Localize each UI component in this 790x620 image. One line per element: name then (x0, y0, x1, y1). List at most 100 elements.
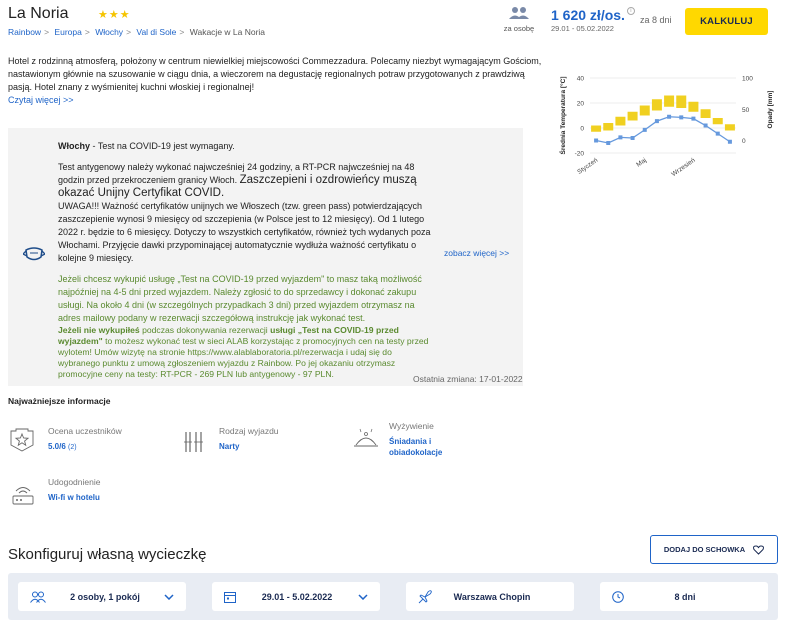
y-tick-label: 40 (577, 76, 585, 83)
people-icon (30, 591, 46, 603)
temp-range-bar (688, 101, 699, 112)
precipitation-point (630, 136, 635, 140)
star-rating: ★★★ (98, 9, 131, 21)
precipitation-point (715, 131, 720, 136)
y2-tick-label: 50 (742, 107, 750, 114)
dates-selector[interactable]: 29.01 - 5.02.2022 (212, 582, 380, 611)
duration-value: 8 dni (674, 591, 696, 602)
last-change-date: Ostatnia zmiana: 17-01-2022 (413, 374, 523, 384)
climate-chart: -20 0 20 40 0 50 100 Średnia Temperatura [°C] Op… (558, 76, 774, 179)
price-dates: 29.01 - 05.02.2022 (551, 24, 614, 33)
temp-range-bar (603, 123, 614, 131)
face-mask-icon (23, 247, 45, 261)
trip-type-value[interactable]: Narty (219, 441, 279, 452)
info-trip-type: Rodzaj wyjazdu Narty (219, 426, 279, 452)
precipitation-point (703, 123, 708, 128)
precipitation-point (594, 138, 599, 143)
covid-test-paragraph: Test antygenowy należy wykonać najwcześn… (58, 162, 417, 199)
per-person: za osobę (499, 6, 539, 33)
temp-range-bar (591, 125, 602, 132)
covid-test-purchase-paragraph: Jeżeli chcesz wykupić usługę „Test na CO… (58, 274, 422, 323)
temp-range-bar (651, 99, 662, 111)
plane-icon (418, 589, 432, 603)
breadcrumb: Rainbow > Europa > Włochy > Val di Sole > Wa… (8, 27, 266, 37)
temp-range-bar (615, 116, 626, 126)
breadcrumb-val-di-sole[interactable]: Val di Sole (136, 27, 176, 37)
covid-country: Włochy (58, 141, 91, 151)
configure-title: Skonfiguruj własną wycieczkę (8, 546, 207, 563)
x-tick-label: Wrzesień (670, 157, 696, 178)
duration-selector[interactable]: 8 dni (600, 582, 768, 611)
x-tick-label: Maj (635, 157, 648, 169)
chevron-down-icon (164, 593, 174, 600)
add-to-favorites-label: DODAJ DO SCHOWKA (663, 545, 746, 554)
hotel-description: Hotel z rodzinną atmosferą, położony w c… (8, 56, 542, 92)
rating-label: Ocena uczestników (48, 426, 122, 436)
per-person-label: za osobę (503, 24, 535, 33)
read-more-link[interactable]: Czytaj więcej >> (8, 95, 74, 105)
precipitation-point (667, 114, 672, 119)
chevron-down-icon (358, 593, 368, 600)
guests-selector[interactable]: 2 osoby, 1 pokój (18, 582, 186, 611)
food-value[interactable]: Śniadania i obiadokolacje (389, 436, 449, 458)
covid-content: Włochy - Test na COVID-19 jest wymagany.… (58, 140, 433, 380)
facility-label: Udogodnienie (48, 477, 101, 487)
precipitation-point (606, 141, 611, 145)
hotel-name: La Noria (8, 5, 69, 22)
info-facility: Udogodnienie Wi-fi w hotelu (48, 477, 100, 503)
facility-value[interactable]: Wi-fi w hotelu (48, 492, 100, 503)
price: 1 620 zł/os. (551, 7, 625, 23)
y-tick-label: 0 (580, 126, 584, 133)
y-tick-label: -20 (575, 151, 585, 158)
clock-icon (612, 590, 624, 603)
key-info-title: Najważniejsze informacje (8, 396, 111, 406)
skis-icon (184, 432, 203, 452)
temp-range-bar (700, 109, 711, 118)
y-axis-label: Średnia Temperatura [°C] (558, 77, 567, 155)
precipitation-point (642, 127, 647, 132)
precipitation-point (679, 115, 684, 120)
temp-range-bar (676, 95, 687, 108)
covid-alab-paragraph: Jeżeli nie wykupiłeś podczas dokonywania… (58, 325, 429, 379)
info-food: Wyżywienie Śniadania i obiadokolacje (389, 421, 449, 458)
breadcrumb-rainbow[interactable]: Rainbow (8, 27, 41, 37)
trip-type-label: Rodzaj wyjazdu (219, 426, 279, 436)
rating-value[interactable]: 5.0/6 (2) (48, 441, 122, 453)
days-label: za 8 dni (640, 15, 672, 25)
covid-warning-paragraph: UWAGA!!! Ważność certyfikatów unijnych w… (58, 201, 431, 263)
heart-icon (753, 544, 765, 555)
guests-value: 2 osoby, 1 pokój (70, 591, 140, 602)
calculate-button[interactable]: KALKULUJ (685, 8, 768, 35)
breadcrumb-europa[interactable]: Europa (54, 27, 81, 37)
temp-range-bar (724, 124, 735, 131)
precipitation-point (727, 139, 732, 144)
dates-value: 29.01 - 5.02.2022 (261, 591, 333, 602)
calendar-icon (224, 591, 236, 603)
breadcrumb-current: Wakacje w La Noria (189, 27, 266, 37)
temp-range-bar (712, 118, 723, 125)
wifi-router-icon (12, 487, 34, 505)
add-to-favorites-button[interactable]: DODAJ DO SCHOWKA (650, 535, 778, 564)
food-label: Wyżywienie (389, 421, 434, 431)
x-tick-label: Styczeń (576, 157, 599, 176)
y-tick-label: 20 (577, 101, 585, 108)
food-cloche-icon (354, 428, 378, 447)
price-box: 1 620 zł/os. i 29.01 - 05.02.2022 (551, 7, 635, 33)
temp-range-bar (639, 105, 650, 116)
star-badge-icon (10, 428, 34, 452)
precipitation-point (691, 116, 696, 121)
precipitation-point (618, 135, 623, 140)
y2-tick-label: 0 (742, 138, 746, 145)
precipitation-point (654, 119, 659, 124)
airport-selector[interactable]: Warszawa Chopin (406, 582, 574, 611)
breadcrumb-wlochy[interactable]: Włochy (95, 27, 123, 37)
info-rating: Ocena uczestników 5.0/6 (2) (48, 426, 122, 453)
info-icon[interactable]: i (626, 7, 635, 15)
see-more-link[interactable]: zobacz więcej >> (444, 248, 509, 258)
y2-tick-label: 100 (742, 76, 753, 83)
airport-value: Warszawa Chopin (453, 591, 531, 602)
y2-axis-label: Opady [mm] (767, 91, 774, 129)
temp-range-bar (664, 95, 675, 107)
temp-range-bar (627, 111, 638, 121)
covid-headline: Włochy - Test na COVID-19 jest wymagany. (58, 141, 235, 151)
